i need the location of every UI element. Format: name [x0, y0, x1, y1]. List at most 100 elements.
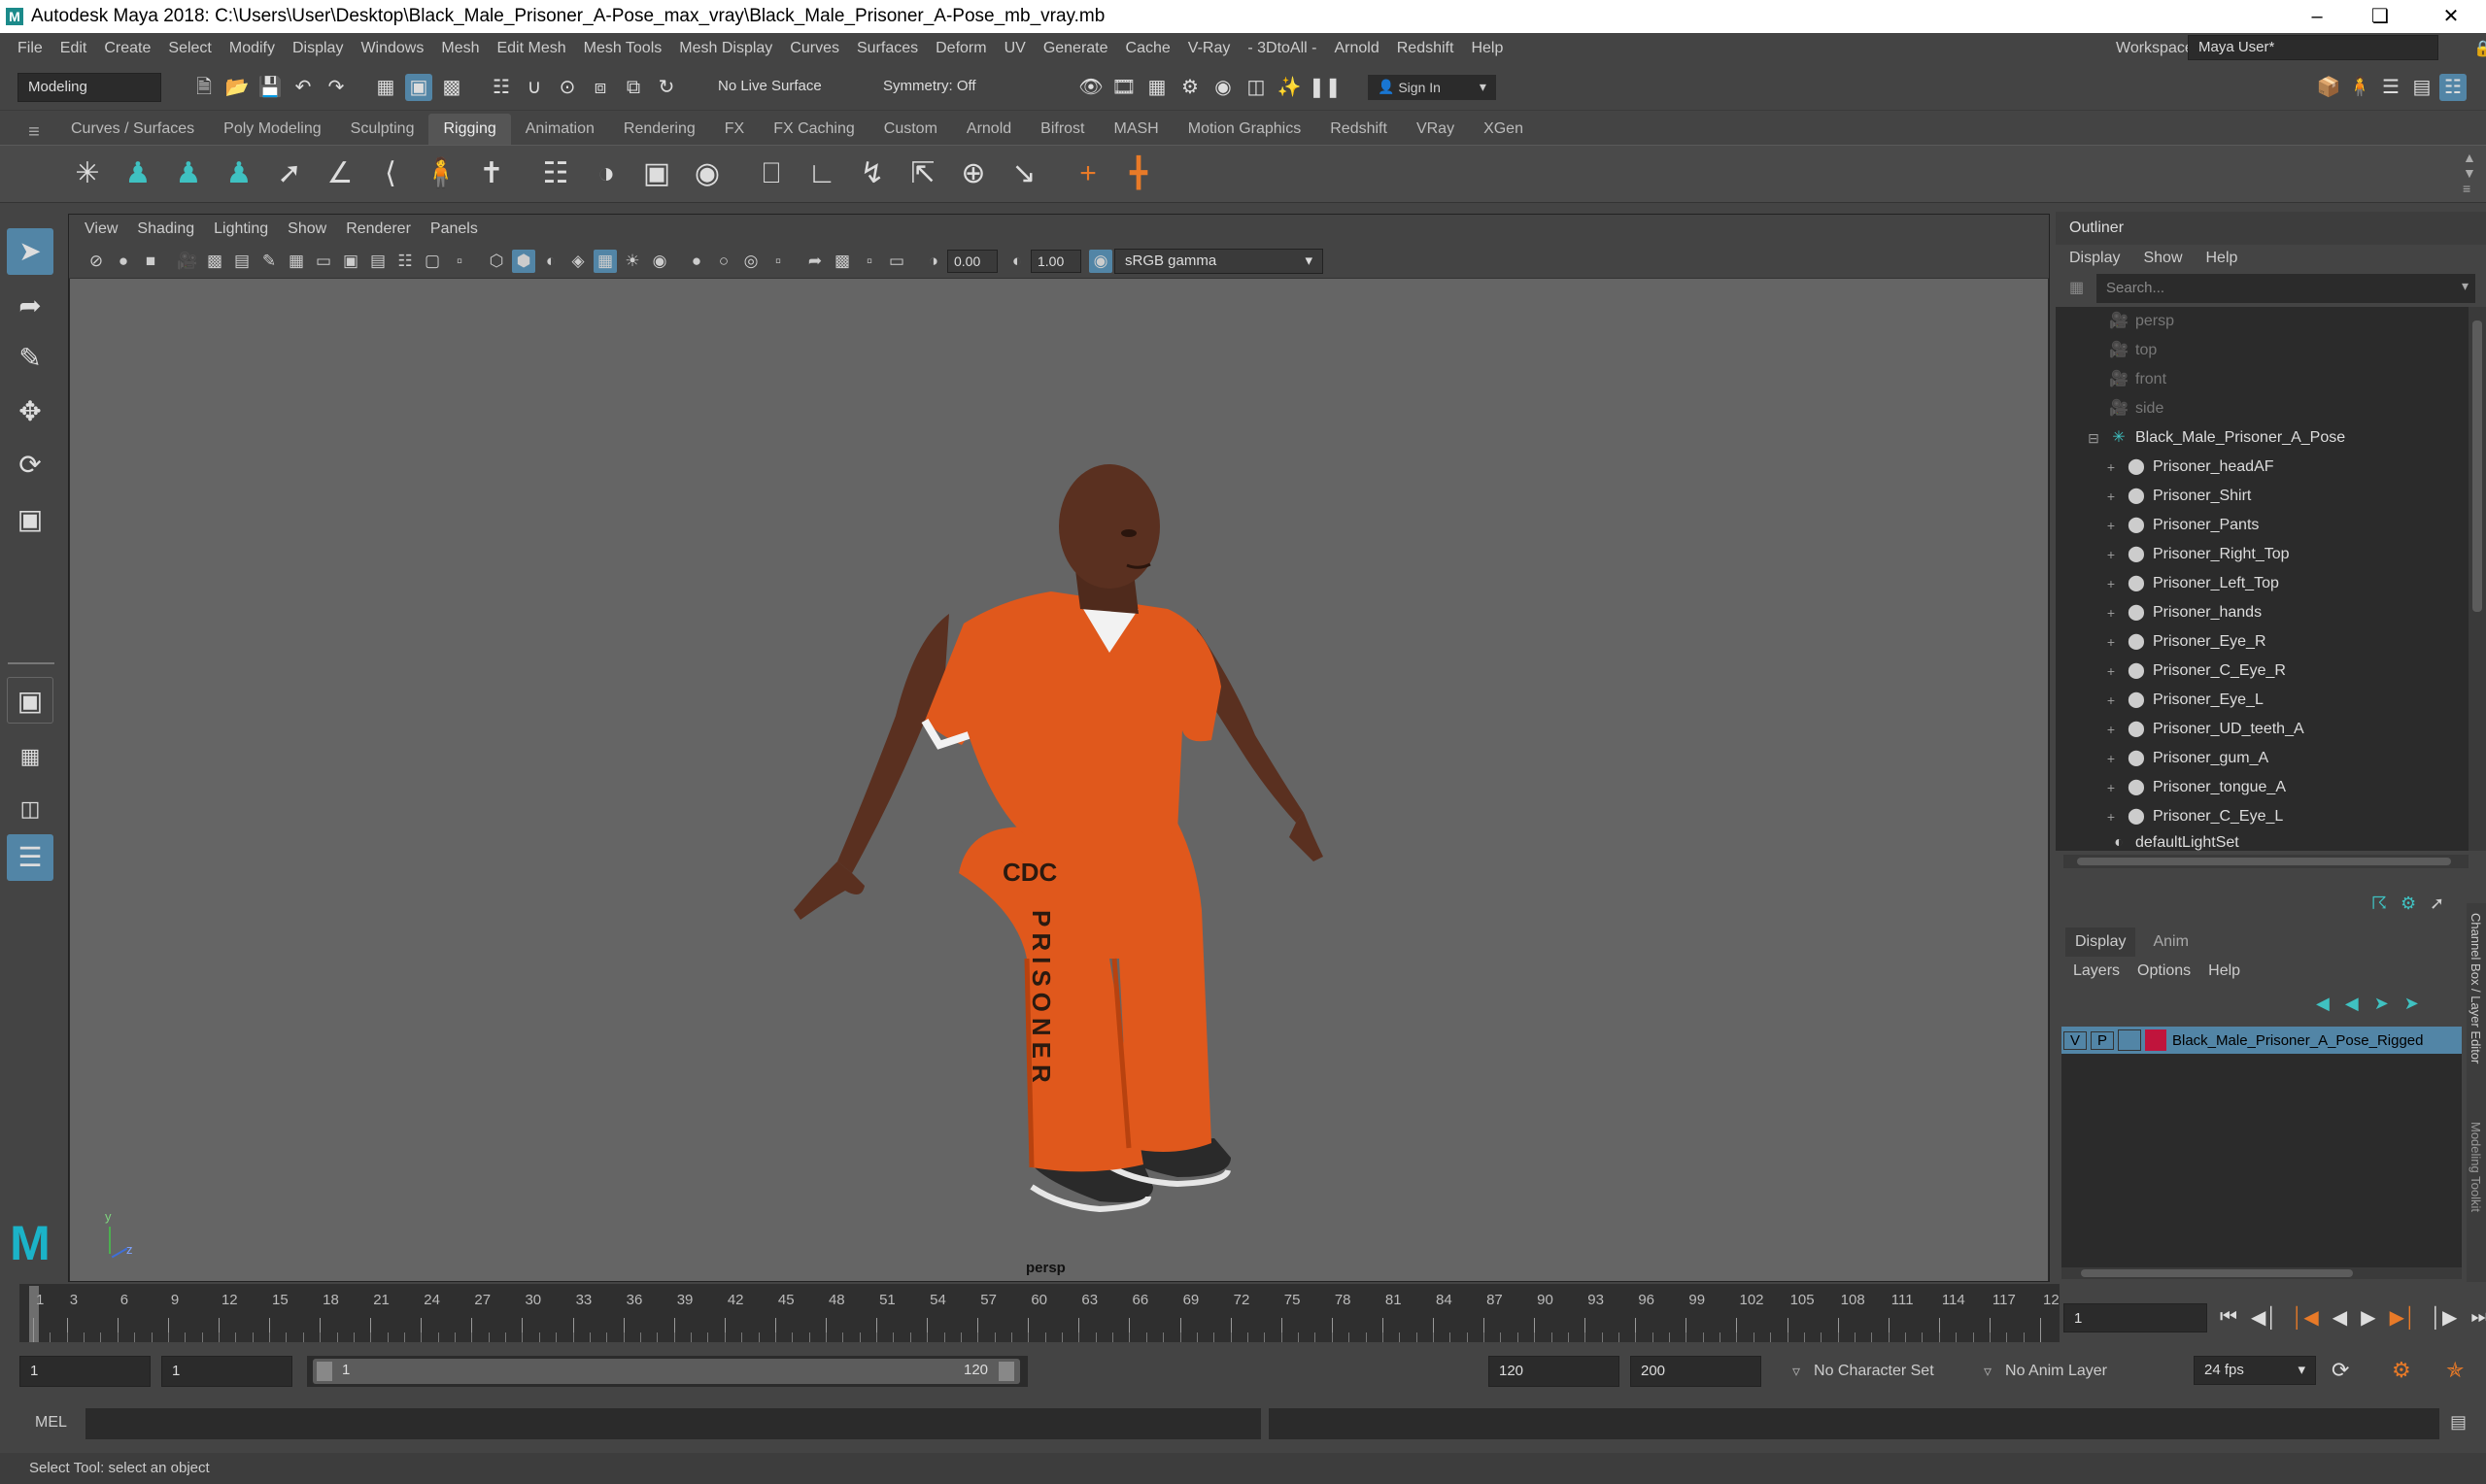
create-joint-icon[interactable]: ✳ [68, 154, 107, 193]
layer-playback-toggle[interactable]: P [2091, 1030, 2114, 1050]
outliner-item-persp[interactable]: 🎥 persp [2056, 307, 2469, 336]
menu-curves[interactable]: Curves [790, 40, 839, 57]
sign-in-button[interactable]: 👤 Sign In ▾ [1368, 74, 1496, 100]
redo-icon[interactable]: ↷ [323, 74, 350, 101]
four-pane-icon[interactable]: ▦ [7, 733, 53, 780]
snap-curve-icon[interactable]: ∪ [521, 74, 548, 101]
single-pane-icon[interactable]: ▣ [7, 677, 53, 724]
tab-fx-caching[interactable]: FX Caching [759, 114, 869, 145]
point-constraint-icon[interactable]: ∟ [802, 154, 841, 193]
range-end-grip[interactable] [999, 1362, 1014, 1381]
panel-menu-view[interactable]: View [85, 220, 118, 238]
step-back-key-icon[interactable]: │◀ [2292, 1305, 2319, 1330]
ik-handle-icon[interactable]: ➚ [270, 154, 309, 193]
layer-hscrollbar[interactable] [2061, 1267, 2462, 1279]
quick-rig-icon[interactable]: 🧍 [422, 154, 460, 193]
select-tool-icon[interactable]: ➤ [7, 228, 53, 275]
menu-mesh-tools[interactable]: Mesh Tools [584, 40, 663, 57]
use-all-lights-icon[interactable]: ▦ [594, 249, 617, 273]
outliner-item-root[interactable]: ⊟ ✳ Black_Male_Prisoner_A_Pose [2056, 423, 2469, 453]
expand-icon[interactable]: + [2102, 569, 2120, 598]
skeleton-icon[interactable]: ✝ [472, 154, 511, 193]
gate-mask-icon[interactable]: ▤ [366, 250, 390, 273]
attribute-toggle-icon[interactable]: ⚙ [2401, 894, 2416, 914]
range-bar[interactable]: 1 120 [307, 1356, 1028, 1387]
playback-end-field[interactable]: 120 [1488, 1356, 1619, 1387]
save-scene-icon[interactable]: 💾 [256, 74, 284, 101]
select-camera-icon[interactable]: ⊘ [85, 250, 108, 273]
channel-box-toggle-icon[interactable]: ☈ [2371, 894, 2387, 914]
pause-icon[interactable]: ❚❚ [1309, 74, 1342, 101]
script-editor-icon[interactable]: ▤ [2450, 1412, 2467, 1433]
expand-icon[interactable]: + [2102, 773, 2120, 802]
snap-grid-icon[interactable]: ☷ [488, 74, 515, 101]
tab-display[interactable]: Display [2065, 928, 2136, 957]
depth-of-field-icon[interactable]: ◎ [739, 250, 763, 273]
menu-edit-mesh[interactable]: Edit Mesh [496, 40, 565, 57]
animation-end-field[interactable]: 200 [1630, 1356, 1761, 1387]
outliner-item-child[interactable]: + ⬤ Prisoner_C_Eye_L [2056, 802, 2469, 831]
move-layer-down-icon[interactable]: ◀ [2345, 994, 2359, 1014]
wireframe-icon[interactable]: ⬡ [485, 250, 508, 273]
menu-generate[interactable]: Generate [1043, 40, 1108, 57]
snap-view-icon[interactable]: ⧈ [587, 74, 614, 101]
mirror-joint-icon[interactable]: ⟨ [371, 154, 410, 193]
lattice-icon[interactable]: ▣ [637, 154, 676, 193]
menu-uv[interactable]: UV [1005, 40, 1026, 57]
filter-icon[interactable]: ▦ [2069, 278, 2084, 297]
new-layer-icon[interactable]: ➤ [2374, 994, 2389, 1014]
render-view-icon[interactable]: 👁 [1077, 74, 1105, 101]
loop-icon[interactable]: ⟳ [2332, 1358, 2349, 1383]
undo-icon[interactable]: ↶ [289, 74, 317, 101]
film-gate-icon[interactable]: ▭ [312, 250, 335, 273]
current-frame-field[interactable]: 1 [2063, 1303, 2207, 1332]
menu-edit[interactable]: Edit [60, 40, 87, 57]
outliner-scrollbar[interactable] [2469, 307, 2486, 851]
lock-icon[interactable]: 🔒 [2473, 39, 2486, 58]
paint-select-icon[interactable]: ✎ [7, 335, 53, 382]
outliner-item-top[interactable]: 🎥 top [2056, 336, 2469, 365]
pole-vector-icon[interactable]: ↘ [1005, 154, 1043, 193]
menu-select[interactable]: Select [168, 40, 211, 57]
ik-spline-icon[interactable]: ∠ [321, 154, 359, 193]
menu-file[interactable]: File [17, 40, 43, 57]
collapse-icon[interactable]: ⊟ [2085, 423, 2102, 453]
panel-menu-show[interactable]: Show [288, 220, 326, 238]
gamma-icon[interactable]: ◐ [1005, 250, 1029, 273]
tab-rigging[interactable]: Rigging [428, 114, 511, 145]
snap-surface-icon[interactable]: ⧉ [620, 74, 647, 101]
screen-space-ao-icon[interactable]: ◉ [648, 250, 671, 273]
expand-icon[interactable]: + [2102, 744, 2120, 773]
hypershade-icon[interactable]: ◉ [1209, 74, 1237, 101]
menu-create[interactable]: Create [104, 40, 151, 57]
multisample-aa-icon[interactable]: ○ [712, 250, 735, 273]
xray-icon[interactable]: ➦ [803, 250, 827, 273]
rotate-tool-icon[interactable]: ⟳ [7, 442, 53, 489]
character-set-dropdown[interactable]: ▿ No Character Set [1792, 1356, 1934, 1387]
expand-icon[interactable]: + [2102, 686, 2120, 715]
tab-curves-surfaces[interactable]: Curves / Surfaces [56, 114, 209, 145]
step-forward-key-icon[interactable]: ▶│ [2390, 1305, 2417, 1330]
image-plane-icon[interactable]: ▩ [203, 250, 226, 273]
new-scene-icon[interactable]: 🗎 [190, 74, 218, 101]
camera-icon[interactable]: 🎥 [176, 250, 199, 273]
tab-arnold[interactable]: Arnold [952, 114, 1026, 145]
orient-constraint-icon[interactable]: ↯ [853, 154, 892, 193]
channel-box-icon[interactable]: ☷ [2439, 73, 2467, 101]
live-surface-dropdown[interactable]: No Live Surface [708, 72, 854, 102]
outliner-menu-help[interactable]: Help [2206, 250, 2238, 267]
2d-pan-icon[interactable]: ▤ [230, 250, 254, 273]
expand-icon[interactable]: + [2102, 802, 2120, 831]
menu-mesh-display[interactable]: Mesh Display [679, 40, 772, 57]
outliner-item-child[interactable]: + ⬤ Prisoner_headAF [2056, 453, 2469, 482]
xray-joints-icon[interactable]: ▩ [831, 250, 854, 273]
layer-menu-layers[interactable]: Layers [2073, 962, 2120, 980]
tab-custom[interactable]: Custom [869, 114, 952, 145]
panel-menu-lighting[interactable]: Lighting [214, 220, 268, 238]
attribute-editor-icon[interactable]: ☰ [2377, 74, 2404, 101]
outliner-menu-show[interactable]: Show [2143, 250, 2182, 267]
tab-mash[interactable]: MASH [1100, 114, 1174, 145]
scale-tool-icon[interactable]: ▣ [7, 496, 53, 543]
outliner-item-child[interactable]: + ⬤ Prisoner_Shirt [2056, 482, 2469, 511]
two-pane-icon[interactable]: ◫ [7, 786, 53, 832]
